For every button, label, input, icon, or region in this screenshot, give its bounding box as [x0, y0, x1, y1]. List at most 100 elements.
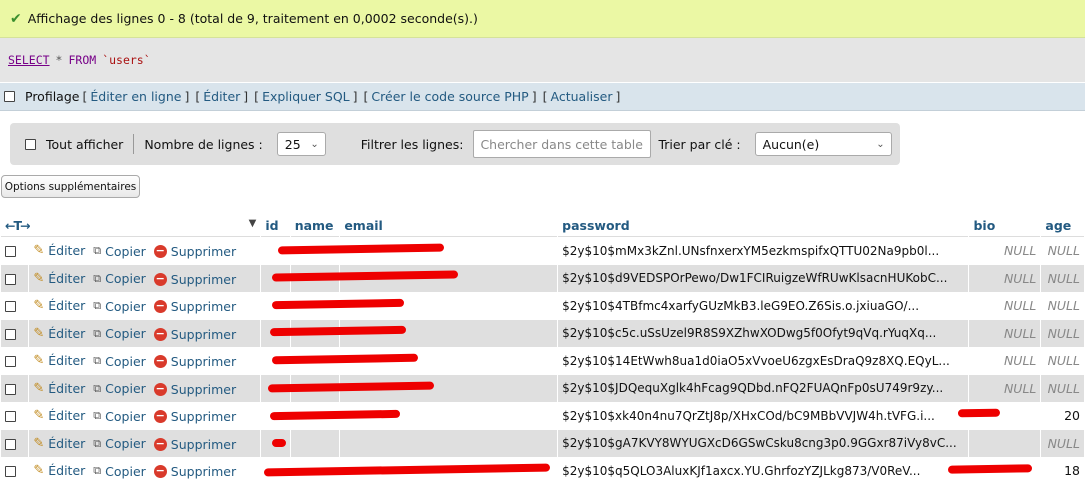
delete-row-button[interactable]: − Supprimer — [153, 299, 236, 314]
table-row[interactable]: ✎ Éditer ⧉ Copier − Supprimer $2y$10$JDQequXgl… — [1, 374, 1084, 402]
link-refresh[interactable]: Actualiser — [551, 89, 613, 104]
link-create-php[interactable]: Créer le code source PHP — [371, 89, 528, 104]
table-row[interactable]: ✎ Éditer ⧉ Copier − Supprimer $2y$10$gA7KVY8WY… — [1, 429, 1084, 457]
cell-age[interactable]: NULL — [1041, 347, 1084, 375]
row-checkbox[interactable] — [5, 328, 16, 340]
cell-password[interactable]: $2y$10$mMx3kZnl.UNsfnxerxYM5ezkmspifxQTT… — [558, 237, 969, 265]
rows-select[interactable]: 25 ⌄ — [276, 132, 326, 156]
edit-row-button[interactable]: ✎ Éditer — [33, 243, 85, 258]
table-row[interactable]: ✎ Éditer ⧉ Copier − Supprimer $2y$10$4TBfmc4xa… — [1, 292, 1084, 320]
cell-bio[interactable]: NULL — [969, 292, 1041, 320]
table-row[interactable]: ✎ Éditer ⧉ Copier − Supprimer $2y$10$mMx3kZnl.… — [1, 237, 1084, 265]
cell-password[interactable]: $2y$10$d9VEDSPOrPewo/Dw1FCIRuigzeWfRUwKl… — [558, 264, 969, 292]
row-checkbox[interactable] — [5, 246, 16, 258]
delete-row-button[interactable]: − Supprimer — [153, 382, 236, 397]
column-header-bio[interactable]: bio — [969, 214, 1041, 237]
edit-row-button[interactable]: ✎ Éditer — [33, 326, 85, 341]
delete-icon: − — [153, 409, 167, 424]
row-checkbox[interactable] — [5, 356, 16, 368]
copy-row-button[interactable]: ⧉ Copier — [93, 299, 145, 314]
cell-password[interactable]: $2y$10$c5c.uSsUzel9R8S9XZhwXODwg5f0Ofyt9… — [558, 319, 969, 347]
copy-row-button[interactable]: ⧉ Copier — [93, 354, 145, 369]
cell-email[interactable] — [340, 429, 558, 457]
copy-icon: ⧉ — [93, 271, 102, 285]
sort-chevron-icon[interactable]: ▼ — [249, 218, 257, 229]
edit-row-button[interactable]: ✎ Éditer — [33, 463, 85, 478]
row-checkbox[interactable] — [5, 411, 16, 423]
cell-age[interactable]: NULL — [1041, 319, 1084, 347]
edit-row-button[interactable]: ✎ Éditer — [33, 353, 85, 368]
cell-age[interactable]: 18 — [1041, 457, 1084, 485]
column-header-name[interactable]: name — [290, 214, 340, 237]
link-explain-sql[interactable]: Expliquer SQL — [262, 89, 350, 104]
cell-password[interactable]: $2y$10$q5QLO3AluxKJf1axcx.YU.GhrfozYZJLk… — [558, 457, 969, 485]
cell-age[interactable]: NULL — [1041, 374, 1084, 402]
row-checkbox[interactable] — [5, 301, 16, 313]
delete-row-button[interactable]: − Supprimer — [153, 354, 236, 369]
profiling-checkbox[interactable] — [4, 91, 15, 102]
link-edit[interactable]: Éditer — [203, 89, 240, 104]
row-checkbox[interactable] — [5, 273, 16, 285]
column-header-email[interactable]: email — [340, 214, 558, 237]
extra-options-button[interactable]: Options supplémentaires — [1, 175, 140, 198]
sort-key-select[interactable]: Aucun(e) ⌄ — [754, 132, 892, 156]
column-header-password[interactable]: password — [558, 214, 969, 237]
row-checkbox[interactable] — [5, 466, 16, 478]
copy-row-button[interactable]: ⧉ Copier — [93, 326, 145, 341]
column-header-age[interactable]: age — [1041, 214, 1084, 237]
query-options-bar: Profilage [Éditer en ligne] [Éditer] [Ex… — [0, 83, 1085, 111]
row-checkbox[interactable] — [5, 438, 16, 450]
cell-age[interactable]: 20 — [1041, 402, 1084, 430]
cell-bio[interactable]: NULL — [969, 347, 1041, 375]
rows-select-value: 25 — [284, 136, 301, 152]
row-checkbox[interactable] — [5, 383, 16, 395]
resize-arrows-icon[interactable]: ←T→ — [5, 218, 31, 233]
edit-row-button[interactable]: ✎ Éditer — [33, 271, 85, 286]
copy-row-button[interactable]: ⧉ Copier — [93, 271, 145, 286]
cell-name[interactable] — [290, 429, 340, 457]
copy-row-button[interactable]: ⧉ Copier — [93, 244, 145, 259]
sql-query-box: SELECT * FROM `users` — [0, 38, 1085, 82]
link-inline-edit[interactable]: Éditer en ligne — [90, 89, 181, 104]
delete-row-button[interactable]: − Supprimer — [153, 409, 236, 424]
table-row[interactable]: ✎ Éditer ⧉ Copier − Supprimer $2y$10$c5c.uSsUz… — [1, 319, 1084, 347]
delete-row-button[interactable]: − Supprimer — [153, 464, 236, 479]
results-table: ←T→ ▼ id name email password bio age ✎ Éd… — [0, 214, 1085, 485]
cell-password[interactable]: $2y$10$14EtWwh8ua1d0iaO5xVvoeU6zgxEsDraQ… — [558, 347, 969, 375]
copy-row-button[interactable]: ⧉ Copier — [93, 409, 145, 424]
delete-row-button[interactable]: − Supprimer — [153, 327, 236, 342]
delete-row-button[interactable]: − Supprimer — [153, 272, 236, 287]
sql-keyword-select[interactable]: SELECT — [8, 53, 50, 67]
delete-row-button[interactable]: − Supprimer — [153, 437, 236, 452]
cell-age[interactable]: NULL — [1041, 429, 1084, 457]
cell-password[interactable]: $2y$10$4TBfmc4xarfyGUzMkB3.leG9EO.Z6Sis.… — [558, 292, 969, 320]
cell-age[interactable]: NULL — [1041, 264, 1084, 292]
show-all-checkbox[interactable] — [25, 138, 36, 150]
cell-bio[interactable]: NULL — [969, 237, 1041, 265]
cell-password[interactable]: $2y$10$JDQequXglk4hFcag9QDbd.nFQ2FUAQnFp… — [558, 374, 969, 402]
edit-row-button[interactable]: ✎ Éditer — [33, 436, 85, 451]
copy-row-button[interactable]: ⧉ Copier — [93, 436, 145, 451]
copy-row-button[interactable]: ⧉ Copier — [93, 381, 145, 396]
edit-row-button[interactable]: ✎ Éditer — [33, 408, 85, 423]
table-row[interactable]: ✎ Éditer ⧉ Copier − Supprimer $2y$10$xk40n4nu7… — [1, 402, 1084, 430]
cell-bio[interactable]: NULL — [969, 264, 1041, 292]
cell-password[interactable]: $2y$10$xk40n4nu7QrZtJ8p/XHxCOd/bC9MBbVVJ… — [558, 402, 969, 430]
cell-age[interactable]: NULL — [1041, 292, 1084, 320]
delete-row-button[interactable]: − Supprimer — [153, 244, 236, 259]
pencil-icon: ✎ — [33, 353, 45, 369]
copy-row-button[interactable]: ⧉ Copier — [93, 464, 145, 479]
row-checkbox-cell — [1, 429, 29, 457]
cell-bio[interactable]: NULL — [969, 374, 1041, 402]
table-row[interactable]: ✎ Éditer ⧉ Copier − Supprimer $2y$10$d9VEDSPOr… — [1, 264, 1084, 292]
column-header-id[interactable]: id — [261, 214, 290, 237]
copy-icon: ⧉ — [93, 464, 102, 478]
cell-bio[interactable]: NULL — [969, 319, 1041, 347]
edit-row-button[interactable]: ✎ Éditer — [33, 298, 85, 313]
cell-age[interactable]: NULL — [1041, 237, 1084, 265]
filter-rows-input[interactable]: Chercher dans cette table — [473, 130, 652, 158]
table-row[interactable]: ✎ Éditer ⧉ Copier − Supprimer $2y$10$14EtWwh8u… — [1, 347, 1084, 375]
edit-row-button[interactable]: ✎ Éditer — [33, 381, 85, 396]
cell-password[interactable]: $2y$10$gA7KVY8WYUGXcD6GSwCsku8cng3p0.9GG… — [558, 429, 969, 457]
cell-bio[interactable] — [969, 429, 1041, 457]
